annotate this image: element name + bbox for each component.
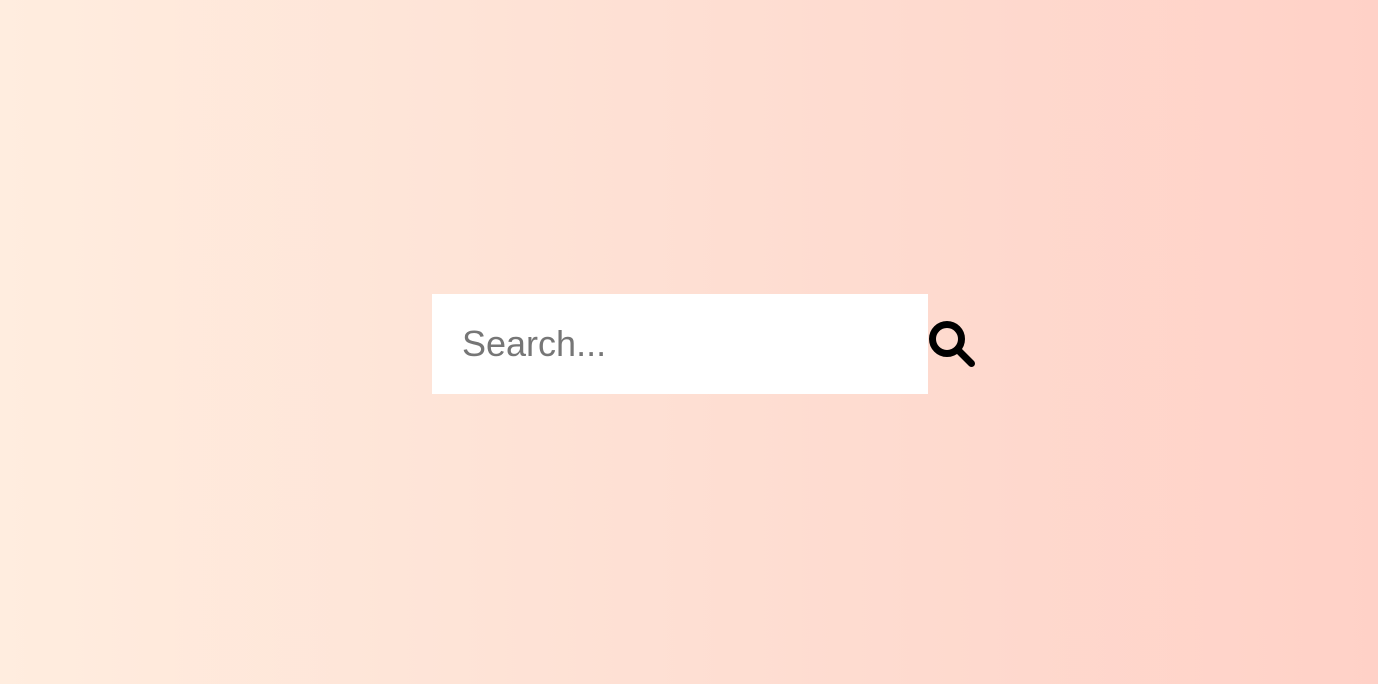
search-input[interactable] bbox=[432, 294, 927, 394]
search-bar bbox=[432, 294, 975, 394]
search-icon bbox=[929, 321, 975, 367]
search-button[interactable] bbox=[927, 294, 977, 394]
